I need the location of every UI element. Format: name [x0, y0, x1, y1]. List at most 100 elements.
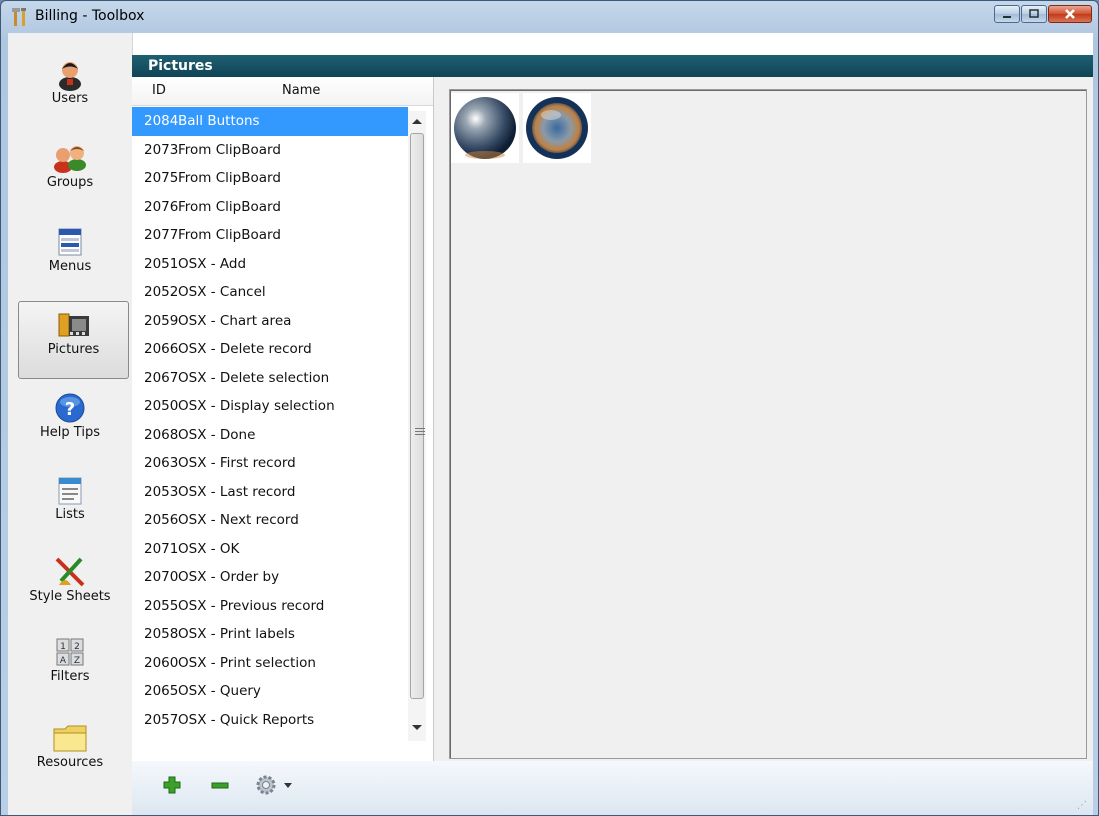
column-header-id[interactable]: ID: [152, 83, 166, 98]
add-button[interactable]: [162, 775, 182, 799]
filter-icon: 1 2 A Z: [56, 638, 84, 666]
list-item[interactable]: 2059OSX - Chart area: [132, 307, 408, 336]
list-item[interactable]: 2077From ClipBoard: [132, 221, 408, 250]
list-item[interactable]: 2073From ClipBoard: [132, 136, 408, 165]
list-item-id: 2059: [144, 312, 179, 329]
list-item[interactable]: 2071OSX - OK: [132, 535, 408, 564]
user-icon: [59, 62, 81, 91]
list-item-name: From ClipBoard: [178, 227, 281, 243]
list-item-id: 2075: [144, 170, 179, 186]
sidebar-item-groups[interactable]: Groups: [8, 141, 132, 211]
scroll-down-arrow[interactable]: [412, 725, 422, 730]
list-item-id: 2071: [144, 540, 179, 557]
close-icon: [1065, 9, 1075, 19]
svg-text:1: 1: [60, 642, 66, 652]
sidebar-item-pictures[interactable]: Pictures: [18, 301, 129, 379]
list-header: ID Name: [132, 77, 433, 106]
list-rows: 2084Ball Buttons 2073From ClipBoard 2075Fr…: [132, 107, 408, 734]
film-icon: [58, 313, 89, 337]
list-item-name: Ball Buttons: [178, 113, 260, 129]
list-item[interactable]: 2070OSX - Order by: [132, 563, 408, 592]
list-item[interactable]: 2066OSX - Delete record: [132, 335, 408, 364]
sidebar-item-label: Help Tips: [40, 425, 100, 440]
pictures-list: ID Name 2084Ball Buttons 2073From ClipBoa…: [132, 77, 434, 761]
gear-dropdown-icon: [256, 775, 292, 795]
list-item[interactable]: 2053OSX - Last record: [132, 478, 408, 507]
list-item-name: OSX - Chart area: [178, 312, 292, 329]
toolbox-window: Billing - Toolbox Users Groups Menus Pic…: [0, 0, 1099, 816]
list-item-name: OSX - Quick Reports: [178, 711, 315, 728]
ball-button-icon: [454, 97, 516, 159]
list-item-name: From ClipBoard: [178, 141, 281, 158]
sidebar-item-label: Users: [51, 91, 89, 106]
list-item[interactable]: 2065OSX - Query: [132, 677, 408, 706]
list-item-name: OSX - Print selection: [178, 654, 316, 671]
add-icon: [163, 776, 181, 794]
sidebar-item-lists[interactable]: Lists: [8, 473, 132, 543]
svg-text:Z: Z: [74, 656, 80, 666]
sidebar-item-label: Pictures: [47, 342, 100, 357]
actions-menu-button[interactable]: [256, 775, 302, 799]
close-button[interactable]: [1048, 5, 1092, 23]
remove-button[interactable]: [210, 775, 230, 799]
list-item-id: 2077: [144, 227, 179, 243]
thumbnail[interactable]: [523, 93, 591, 163]
sidebar-item-style-sheets[interactable]: Style Sheets: [8, 555, 132, 625]
help-icon: ?: [55, 393, 85, 423]
scroll-up-arrow[interactable]: [412, 119, 422, 124]
list-item-id: 2068: [144, 426, 179, 443]
list-item[interactable]: 2051OSX - Add: [132, 250, 408, 279]
list-icon: [58, 477, 82, 505]
main-panel: ID Name 2084Ball Buttons 2073From ClipBoa…: [132, 77, 1093, 761]
list-item[interactable]: 2050OSX - Display selection: [132, 392, 408, 421]
sidebar-item-filters[interactable]: 1 2 A Z Filters: [8, 635, 132, 705]
maximize-button[interactable]: [1021, 5, 1047, 23]
list-item-id: 2057: [144, 711, 179, 728]
list-item-id: 2055: [144, 597, 179, 614]
list-item[interactable]: 2068OSX - Done: [132, 421, 408, 450]
list-item[interactable]: 2076From ClipBoard: [132, 193, 408, 222]
svg-text:A: A: [60, 656, 67, 666]
list-item-name: OSX - Next record: [178, 512, 299, 528]
list-item-name: From ClipBoard: [178, 198, 281, 215]
scrollbar-thumb[interactable]: [410, 133, 425, 699]
list-item-id: 2073: [144, 141, 179, 158]
sidebar-item-help-tips[interactable]: ? Help Tips: [8, 391, 132, 461]
list-item[interactable]: 2052OSX - Cancel: [132, 278, 408, 307]
list-item[interactable]: 2063OSX - First record: [132, 449, 408, 478]
list-item-id: 2060: [144, 654, 179, 671]
list-item[interactable]: 2055OSX - Previous record: [132, 592, 408, 621]
sidebar-item-users[interactable]: Users: [8, 57, 132, 127]
column-header-name[interactable]: Name: [282, 83, 320, 98]
list-item-name: OSX - Order by: [178, 569, 280, 585]
vertical-scrollbar[interactable]: [408, 111, 426, 741]
list-item[interactable]: 2058OSX - Print labels: [132, 620, 408, 649]
list-item-name: OSX - Delete record: [178, 341, 312, 357]
sidebar-item-menus[interactable]: Menus: [8, 225, 132, 295]
list-item-id: 2063: [144, 455, 179, 471]
list-item[interactable]: 2060OSX - Print selection: [132, 649, 408, 678]
list-item[interactable]: 2084Ball Buttons: [132, 107, 408, 136]
resize-grip-icon[interactable]: ⋰: [1077, 800, 1087, 811]
list-item[interactable]: 2056OSX - Next record: [132, 506, 408, 535]
remove-icon: [211, 782, 229, 789]
picture-preview: [449, 89, 1087, 759]
thumbnail[interactable]: [451, 93, 519, 163]
list-item-id: 2053: [144, 483, 179, 500]
tools-icon: [12, 8, 26, 26]
list-item-id: 2084: [144, 113, 179, 129]
list-item-id: 2056: [144, 512, 179, 528]
ball-button-pressed-icon: [526, 97, 588, 159]
list-item[interactable]: 2057OSX - Quick Reports: [132, 706, 408, 735]
sidebar-item-label: Menus: [48, 259, 92, 274]
sidebar-item-resources[interactable]: Resources: [8, 721, 132, 791]
minimize-button[interactable]: [994, 5, 1020, 23]
list-item-id: 2052: [144, 284, 179, 300]
minimize-icon: [1003, 16, 1011, 18]
list-item[interactable]: 2075From ClipBoard: [132, 164, 408, 193]
list-item[interactable]: 2067OSX - Delete selection: [132, 364, 408, 393]
list-item-name: OSX - Query: [178, 683, 261, 699]
list-item-id: 2051: [144, 255, 179, 272]
sidebar-item-label: Resources: [36, 755, 104, 770]
sidebar-item-label: Filters: [50, 669, 90, 684]
